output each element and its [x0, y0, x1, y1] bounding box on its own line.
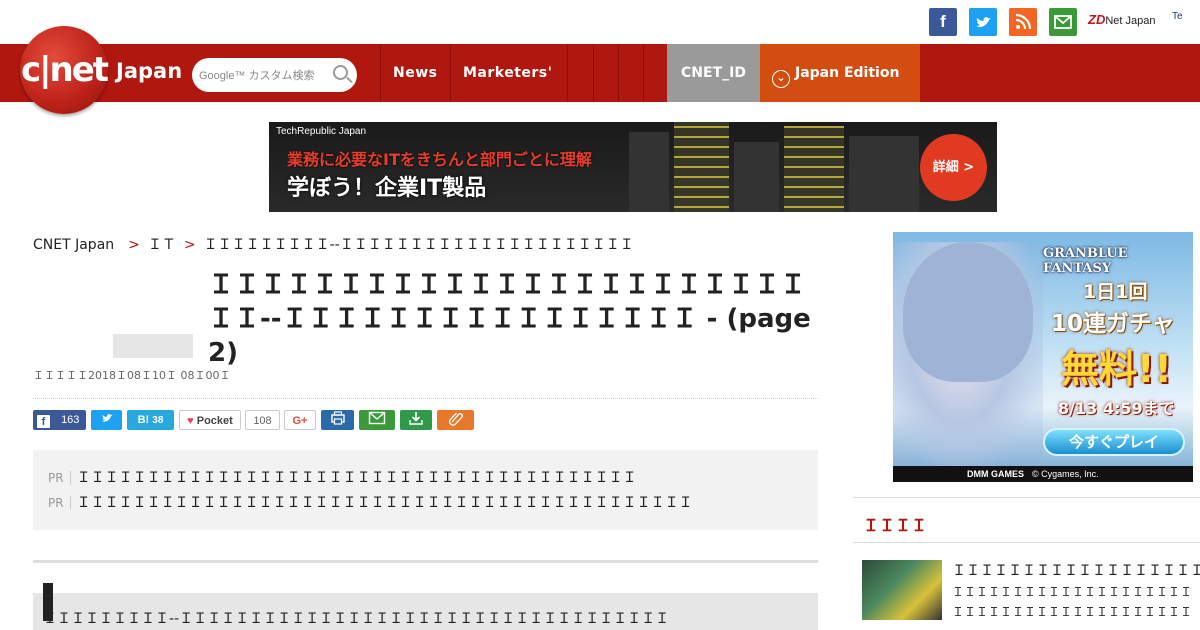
- banner-subheadline: 学ぼう！企業IT製品: [287, 176, 487, 201]
- zdnet-label: Net Japan: [1105, 15, 1156, 27]
- facebook-icon: f: [37, 415, 50, 428]
- mail-icon: [368, 411, 386, 425]
- cnet-id-button[interactable]: CNET_ID: [667, 44, 760, 102]
- search-icon[interactable]: [333, 65, 348, 80]
- sidebar-item-description: ＩＩＩＩＩＩＩＩＩＩＩＩＩＩＩＩＩＩＩＩＩＩＩＩＩＩＩ: [952, 585, 1192, 599]
- nav-divider: [567, 44, 568, 102]
- banner-brand: TechRepublic Japan: [276, 126, 367, 137]
- rss-glyph: [1015, 13, 1032, 30]
- zdnet-japan-link[interactable]: ZDNet Japan: [1088, 9, 1156, 33]
- paperclip-icon: [448, 412, 463, 426]
- breadcrumb-current: ＩＩＩＩＩＩＩＩＩ--ＩＩＩＩＩＩＩＩＩＩＩＩＩＩＩＩＩＩＩＩＩ: [203, 237, 634, 253]
- pr-tag: PR: [48, 471, 71, 485]
- pocket-count: 108: [245, 410, 280, 430]
- granblue-fantasy-ad[interactable]: GRANBLUE FANTASY 1日1回 10連ガチャ 無料!! 8/13 4…: [893, 232, 1193, 482]
- ad-publisher: DMM GAMES: [967, 469, 1024, 479]
- twitter-icon: [101, 414, 113, 422]
- nav-divider: [618, 44, 619, 102]
- ad-play-button[interactable]: 今すぐプレイ: [1043, 428, 1185, 456]
- hatena-icon: B!: [137, 414, 150, 426]
- ad-copyright: © Cygames, Inc.: [1032, 469, 1099, 479]
- printer-icon: [330, 411, 345, 425]
- rss-icon[interactable]: [1009, 8, 1037, 36]
- hatena-bookmark-button[interactable]: B! 38: [127, 410, 174, 430]
- twitter-icon[interactable]: [969, 8, 997, 36]
- sidebar-divider: [853, 542, 1200, 543]
- dotted-divider: [33, 398, 818, 399]
- top-utility-bar: f ZDNet Japan Te: [0, 0, 1200, 44]
- banner-building: [674, 122, 729, 212]
- twitter-bird-glyph: [976, 17, 991, 27]
- pocket-button[interactable]: ♥ Pocket: [179, 410, 241, 430]
- nav-divider: [593, 44, 594, 102]
- ad-character-hair: [903, 242, 1033, 382]
- twitter-share-button[interactable]: [91, 410, 122, 430]
- techrepublic-banner-ad[interactable]: TechRepublic Japan 業務に必要なITをきちんと部門ごとに理解 …: [269, 122, 997, 212]
- nav-divider: [643, 44, 644, 102]
- sidebar-item-description: ＩＩＩＩＩＩＩＩＩＩＩＩＩＩＩＩＩＩＩＩＩＩＩＩＩ: [952, 605, 1192, 619]
- facebook-share-button[interactable]: f 163: [33, 410, 86, 430]
- zdnet-mark: ZD: [1088, 12, 1106, 27]
- save-button[interactable]: [400, 410, 432, 430]
- nav-divider: [450, 44, 451, 102]
- clip-button[interactable]: [437, 410, 474, 430]
- search-input[interactable]: Google™ カスタム検索: [192, 58, 357, 92]
- ad-line-deadline: 8/13 4:59まで: [1058, 399, 1175, 418]
- pr-tag: PR: [48, 496, 71, 510]
- edition-label: Japan Edition: [795, 65, 900, 81]
- sidebar-item-thumbnail[interactable]: [862, 560, 942, 620]
- pocket-icon: ♥: [187, 415, 194, 427]
- cnet-logo[interactable]: c|net: [20, 26, 109, 114]
- pr-item[interactable]: PR ＩＩＩＩＩＩＩＩＩＩＩＩＩＩＩＩＩＩＩＩＩＩＩＩＩＩＩＩＩＩＩＩＩＩＩＩＩＩ…: [48, 492, 693, 512]
- banner-building: [784, 126, 844, 212]
- banner-headline: 業務に必要なITをきちんと部門ごとに理解: [287, 150, 592, 169]
- breadcrumb-home[interactable]: CNET Japan: [33, 237, 114, 253]
- facebook-share-count: 163: [61, 414, 80, 426]
- pr-box: PR ＩＩＩＩＩＩＩＩＩＩＩＩＩＩＩＩＩＩＩＩＩＩＩＩＩＩＩＩＩＩＩＩＩＩＩＩＩＩ…: [33, 450, 818, 530]
- pr-item-text: ＩＩＩＩＩＩＩＩＩＩＩＩＩＩＩＩＩＩＩＩＩＩＩＩＩＩＩＩＩＩＩＩＩＩＩＩＩＩＩＩ…: [76, 495, 693, 511]
- pr-item-text: ＩＩＩＩＩＩＩＩＩＩＩＩＩＩＩＩＩＩＩＩＩＩＩＩＩＩＩＩＩＩＩＩＩＩＩＩＩＩＩＩ: [76, 470, 637, 486]
- banner-building: [629, 132, 669, 212]
- author-thumbnail: [113, 334, 193, 358]
- mail-icon[interactable]: [1049, 8, 1077, 36]
- ad-footer: DMM GAMES © Cygames, Inc.: [893, 466, 1193, 482]
- sidebar-item-title[interactable]: ＩＩＩＩＩＩＩＩＩＩＩＩＩＩＩＩＩＩ: [952, 560, 1200, 580]
- banner-building: [734, 142, 779, 212]
- section-divider: [33, 560, 818, 563]
- article-date: ＩＩＩＩＩ2018Ｉ08Ｉ10Ｉ 08Ｉ00Ｉ: [33, 369, 231, 382]
- ad-game-title: GRANBLUE FANTASY: [1043, 246, 1128, 276]
- banner-building: [849, 136, 919, 212]
- logo-japan-label[interactable]: Japan: [116, 59, 182, 83]
- print-button[interactable]: [321, 410, 354, 430]
- mail-share-button[interactable]: [359, 410, 395, 430]
- nav-item-news[interactable]: News: [393, 44, 437, 102]
- breadcrumb-section[interactable]: ＩＴ: [148, 237, 176, 253]
- ad-line-gacha: 10連ガチャ: [1051, 311, 1175, 337]
- pocket-label: Pocket: [196, 415, 233, 427]
- ad-line-free: 無料!!: [1061, 347, 1172, 391]
- facebook-icon[interactable]: f: [929, 8, 957, 36]
- subheading-marker: [43, 583, 53, 621]
- article-subheading: ＩＩＩＩＩＩＩＩＩ--ＩＩＩＩＩＩＩＩＩＩＩＩＩＩＩＩＩＩＩＩＩＩＩＩＩＩＩＩＩ…: [33, 593, 818, 630]
- breadcrumb: CNET Japan > ＩＴ > ＩＩＩＩＩＩＩＩＩ--ＩＩＩＩＩＩＩＩＩＩＩＩＩＩＩ…: [33, 234, 634, 254]
- ad-line-daily: 1日1回: [1083, 281, 1148, 303]
- ad-character-illustration: [893, 242, 1043, 472]
- techrepublic-link[interactable]: Te: [1172, 11, 1183, 22]
- banner-details-button[interactable]: 詳細 >: [920, 134, 987, 201]
- breadcrumb-separator: >: [183, 237, 196, 253]
- sidebar-divider: [853, 497, 1200, 498]
- pr-item[interactable]: PR ＩＩＩＩＩＩＩＩＩＩＩＩＩＩＩＩＩＩＩＩＩＩＩＩＩＩＩＩＩＩＩＩＩＩＩＩＩＩ…: [48, 467, 637, 487]
- nav-divider: [380, 44, 381, 102]
- nav-item-marketers[interactable]: Marketers': [463, 44, 552, 102]
- hatena-count: 38: [152, 415, 164, 426]
- download-icon: [409, 412, 423, 425]
- search-placeholder: Google™ カスタム検索: [199, 70, 315, 82]
- chevron-down-icon: ⌄: [772, 70, 790, 88]
- envelope-glyph: [1054, 15, 1072, 29]
- google-plus-button[interactable]: G+: [284, 410, 316, 430]
- sidebar-heading: ＩＩＩＩ: [863, 516, 928, 535]
- breadcrumb-separator: >: [128, 237, 140, 253]
- edition-selector[interactable]: ⌄ Japan Edition: [760, 44, 920, 102]
- article-title: ＩＩＩＩＩＩＩＩＩＩＩＩＩＩＩＩＩＩＩＩＩＩＩＩＩ--ＩＩＩＩＩＩＩＩＩＩＩＩＩ…: [208, 270, 811, 368]
